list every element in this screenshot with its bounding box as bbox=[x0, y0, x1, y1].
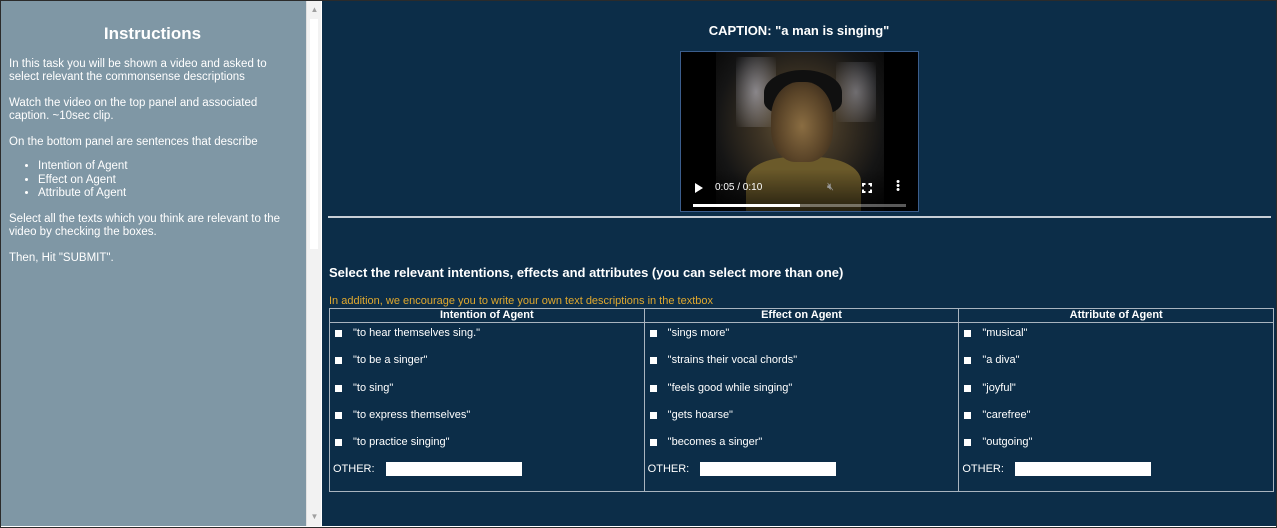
option-label: "to sing" bbox=[353, 382, 394, 394]
scroll-thumb[interactable] bbox=[309, 18, 319, 250]
option-row[interactable]: "carefree" bbox=[964, 408, 1031, 422]
column-intention: Intention of Agent "to hear themselves s… bbox=[330, 309, 645, 491]
section-title: Select the relevant intentions, effects … bbox=[329, 265, 844, 280]
video-progress-fill bbox=[693, 204, 800, 207]
option-label: "to hear themselves sing." bbox=[353, 327, 481, 339]
checkbox[interactable] bbox=[335, 384, 342, 392]
other-input-attribute[interactable] bbox=[1014, 462, 1151, 476]
option-row[interactable]: "a diva" bbox=[964, 353, 1020, 367]
options-table: Intention of Agent "to hear themselves s… bbox=[329, 308, 1274, 492]
option-row[interactable]: "sings more" bbox=[649, 326, 730, 340]
option-row[interactable]: "to be a singer" bbox=[335, 353, 427, 367]
option-row[interactable]: "to hear themselves sing." bbox=[335, 326, 480, 340]
option-label: "to practice singing" bbox=[353, 436, 450, 448]
checkbox[interactable] bbox=[335, 356, 342, 364]
other-label: OTHER: bbox=[962, 463, 1004, 475]
singer-face bbox=[771, 82, 833, 162]
divider bbox=[328, 216, 1271, 218]
instructions-list-item: Attribute of Agent bbox=[38, 187, 296, 201]
option-label: "sings more" bbox=[667, 327, 730, 339]
checkbox[interactable] bbox=[649, 411, 657, 419]
option-row[interactable]: "gets hoarse" bbox=[649, 408, 733, 422]
column-attribute: Attribute of Agent "musical" "a diva" "j… bbox=[959, 309, 1274, 491]
instructions-list-item: Effect on Agent bbox=[38, 174, 296, 188]
option-row[interactable]: "to practice singing" bbox=[335, 435, 449, 449]
option-label: "musical" bbox=[982, 327, 1028, 339]
column-header: Attribute of Agent bbox=[959, 309, 1274, 323]
option-row[interactable]: "becomes a singer" bbox=[649, 435, 763, 449]
column-header: Intention of Agent bbox=[330, 309, 644, 323]
checkbox[interactable] bbox=[335, 329, 342, 337]
other-input-effect[interactable] bbox=[700, 462, 837, 476]
volume-icon[interactable]: 🔇︎ bbox=[827, 181, 834, 194]
other-row: OTHER: bbox=[962, 462, 1151, 476]
option-row[interactable]: "to express themselves" bbox=[335, 408, 470, 422]
encourage-note: In addition, we encourage you to write y… bbox=[329, 295, 713, 307]
instructions-select: Select all the texts which you think are… bbox=[9, 212, 281, 238]
other-label: OTHER: bbox=[333, 463, 375, 475]
instructions-list-item: Intention of Agent bbox=[38, 160, 296, 174]
other-row: OTHER: bbox=[333, 462, 522, 476]
option-label: "feels good while singing" bbox=[667, 382, 793, 394]
column-effect: Effect on Agent "sings more" "strains th… bbox=[644, 309, 960, 491]
option-label: "outgoing" bbox=[982, 436, 1033, 448]
checkbox[interactable] bbox=[335, 411, 342, 419]
checkbox[interactable] bbox=[964, 438, 972, 446]
checkbox[interactable] bbox=[335, 438, 342, 446]
option-label: "carefree" bbox=[982, 409, 1031, 421]
other-row: OTHER: bbox=[648, 462, 837, 476]
option-label: "gets hoarse" bbox=[667, 409, 733, 421]
checkbox[interactable] bbox=[964, 411, 972, 419]
video-player[interactable]: 0:05 / 0:10 🔇︎ • • • bbox=[680, 51, 919, 212]
play-icon[interactable] bbox=[695, 183, 703, 193]
sidebar-scrollbar[interactable]: ▲ ▼ bbox=[306, 1, 321, 526]
checkbox[interactable] bbox=[649, 356, 657, 364]
instructions-list: Intention of Agent Effect on Agent Attri… bbox=[9, 160, 296, 201]
option-label: "a diva" bbox=[982, 354, 1020, 366]
instructions-title: Instructions bbox=[103, 24, 202, 43]
option-row[interactable]: "joyful" bbox=[964, 381, 1016, 395]
video-caption: CAPTION: "a man is singing" bbox=[708, 23, 890, 38]
option-row[interactable]: "outgoing" bbox=[964, 435, 1032, 449]
instructions-panel: Instructions In this task you will be sh… bbox=[1, 1, 306, 526]
checkbox[interactable] bbox=[964, 329, 972, 337]
checkbox[interactable] bbox=[964, 384, 972, 392]
option-row[interactable]: "musical" bbox=[964, 326, 1027, 340]
fullscreen-icon[interactable] bbox=[862, 183, 872, 193]
scroll-down-arrow-icon[interactable]: ▼ bbox=[307, 510, 322, 524]
more-options-icon[interactable]: • • • bbox=[896, 177, 900, 196]
option-label: "joyful" bbox=[982, 382, 1016, 394]
checkbox[interactable] bbox=[649, 329, 657, 337]
instructions-watch: Watch the video on the top panel and ass… bbox=[9, 97, 258, 122]
other-input-intention[interactable] bbox=[385, 462, 522, 476]
checkbox[interactable] bbox=[964, 356, 972, 364]
stage-light bbox=[836, 62, 876, 122]
video-controls: 0:05 / 0:10 🔇︎ • • • bbox=[681, 169, 918, 211]
instructions-bottom-panel: On the bottom panel are sentences that d… bbox=[9, 136, 258, 148]
video-time: 0:05 / 0:10 bbox=[715, 182, 763, 193]
option-label: "becomes a singer" bbox=[667, 436, 763, 448]
option-label: "to express themselves" bbox=[353, 409, 471, 421]
checkbox[interactable] bbox=[649, 438, 657, 446]
option-row[interactable]: "to sing" bbox=[335, 381, 393, 395]
instructions-intro: In this task you will be shown a video a… bbox=[9, 58, 267, 83]
instructions-submit: Then, Hit "SUBMIT". bbox=[9, 251, 114, 264]
option-row[interactable]: "feels good while singing" bbox=[649, 381, 793, 395]
main-panel: CAPTION: "a man is singing" 0:05 / 0:10 … bbox=[322, 1, 1276, 526]
option-row[interactable]: "strains their vocal chords" bbox=[649, 353, 798, 367]
option-label: "to be a singer" bbox=[353, 354, 428, 366]
checkbox[interactable] bbox=[649, 384, 657, 392]
video-progress-bar[interactable] bbox=[693, 204, 906, 207]
scroll-up-arrow-icon[interactable]: ▲ bbox=[307, 3, 322, 17]
option-label: "strains their vocal chords" bbox=[667, 354, 798, 366]
column-header: Effect on Agent bbox=[644, 309, 959, 323]
other-label: OTHER: bbox=[647, 463, 690, 475]
